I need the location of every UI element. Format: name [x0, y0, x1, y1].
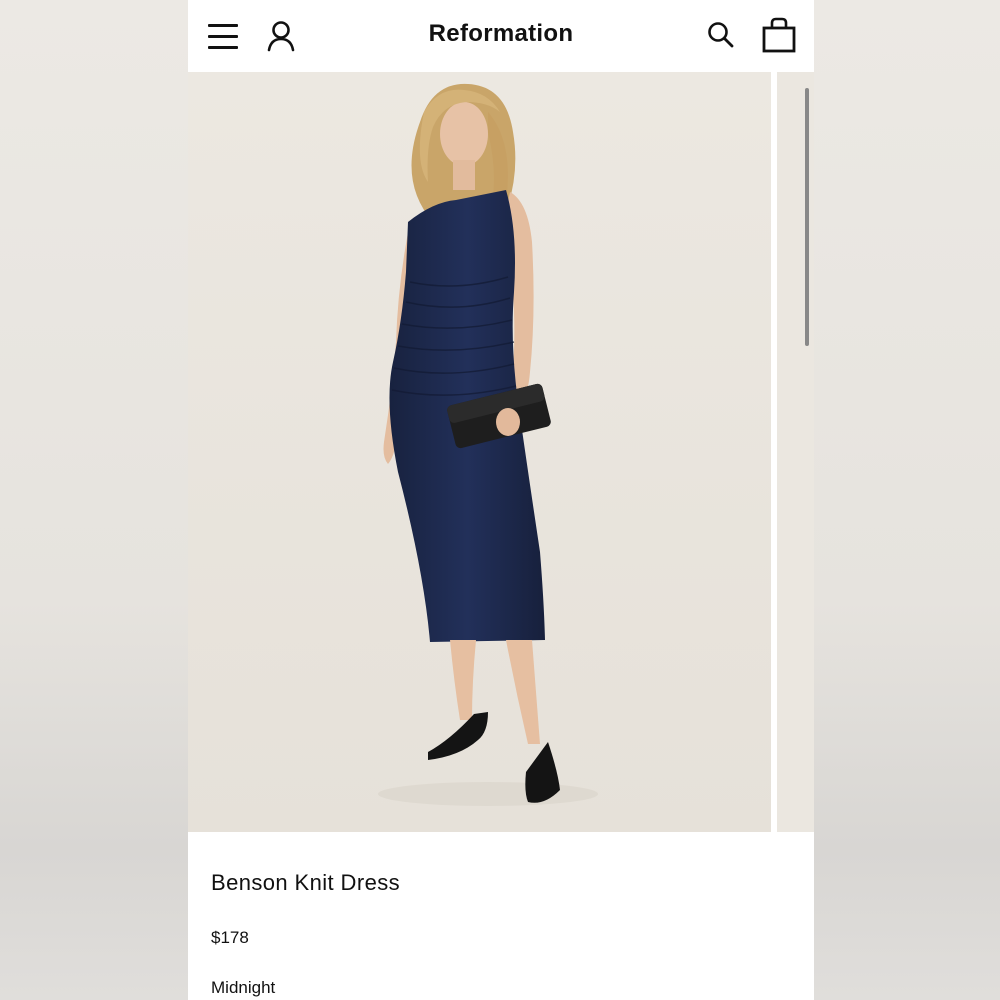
product-info: Benson Knit Dress $178 Midnight	[188, 832, 814, 1000]
product-name: Benson Knit Dress	[211, 870, 400, 895]
model-illustration	[188, 72, 771, 832]
top-header: Reformation	[188, 0, 814, 72]
brand-logo[interactable]: Reformation	[429, 20, 574, 48]
product-price: $178	[211, 928, 249, 947]
bag-icon[interactable]	[762, 16, 796, 54]
backdrop-left	[0, 0, 188, 1000]
product-color: Midnight	[211, 978, 276, 997]
app-screen: Reformation Benson Knit Dress $178 Midni…	[188, 0, 814, 1000]
product-gallery	[188, 72, 814, 832]
product-photo-main[interactable]	[188, 72, 771, 832]
backdrop-right	[814, 0, 1000, 1000]
scrollbar[interactable]	[805, 88, 809, 346]
search-icon[interactable]	[706, 20, 736, 50]
